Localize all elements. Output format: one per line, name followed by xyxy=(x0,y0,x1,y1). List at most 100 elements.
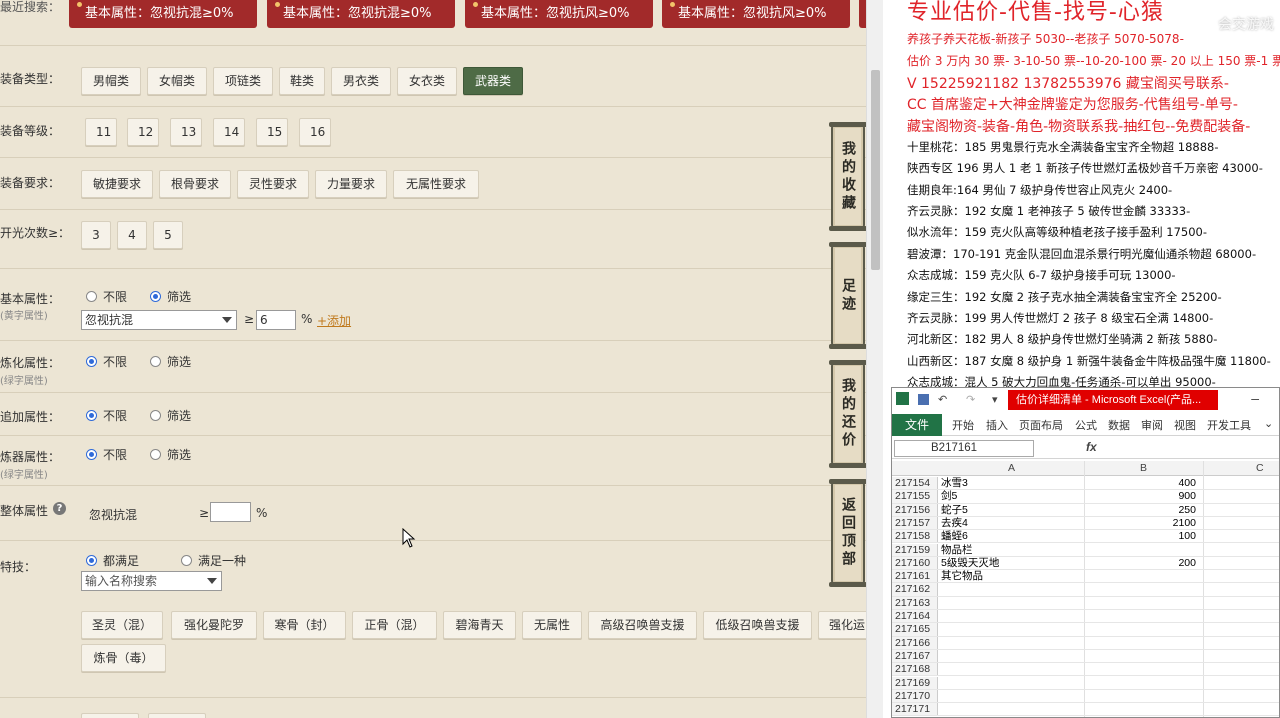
skill-option[interactable]: 圣灵（混） xyxy=(81,611,163,639)
row-number[interactable]: 217169 xyxy=(892,676,938,689)
cell-b[interactable]: 100 xyxy=(1178,530,1196,543)
bottom-button[interactable] xyxy=(148,713,206,718)
equip-level-option[interactable]: 13 xyxy=(170,118,202,146)
add-attr-link[interactable]: +添加 xyxy=(317,312,351,329)
undo-icon[interactable]: ↶ xyxy=(938,393,947,406)
history-tab[interactable]: 足迹 xyxy=(829,242,866,349)
equip-level-option[interactable]: 11 xyxy=(85,118,117,146)
cell-a[interactable]: 物品栏 xyxy=(941,544,973,557)
equip-req-option[interactable]: 敏捷要求 xyxy=(81,170,153,198)
table-row[interactable]: 217156 蛇子5 250 xyxy=(892,503,1279,517)
recent-search-tag[interactable]: 基本属性：忽视抗混≥0% xyxy=(267,0,455,28)
excel-tab-insert[interactable]: 插入 xyxy=(986,417,1008,433)
row-number[interactable]: 217160 xyxy=(892,556,938,570)
back-to-top-tab[interactable]: 返回顶部 xyxy=(829,479,866,587)
equip-type-option-selected[interactable]: 武器类 xyxy=(463,67,523,95)
cell-a[interactable]: 其它物品 xyxy=(941,570,983,583)
column-header[interactable]: A xyxy=(1008,462,1015,474)
page-scrollbar[interactable] xyxy=(866,0,883,718)
basic-attr-none-radio[interactable]: 不限 xyxy=(86,288,127,305)
table-row[interactable]: 217157 去疾4 2100 xyxy=(892,516,1279,531)
excel-tab-review[interactable]: 审阅 xyxy=(1141,417,1163,433)
chevron-down-icon[interactable]: ⌄ xyxy=(1264,417,1273,430)
table-row[interactable]: 217163 xyxy=(892,596,1279,610)
skill-option[interactable]: 强化运 xyxy=(818,611,866,639)
excel-tab-developer[interactable]: 开发工具 xyxy=(1207,417,1251,433)
skills-all-radio[interactable]: 都满足 xyxy=(86,552,139,569)
row-number[interactable]: 217166 xyxy=(892,636,938,649)
table-row[interactable]: 217165 xyxy=(892,623,1279,637)
cell-b[interactable]: 900 xyxy=(1178,490,1196,503)
row-number[interactable]: 217163 xyxy=(892,596,938,609)
excel-tab-formulas[interactable]: 公式 xyxy=(1075,417,1097,433)
cell-a[interactable]: 剑5 xyxy=(941,490,957,503)
cell-b[interactable]: 200 xyxy=(1178,557,1196,570)
recent-search-tag[interactable]: 基本属性：忽视抗风≥0% xyxy=(465,0,653,28)
row-number[interactable]: 217158 xyxy=(892,530,938,543)
table-row[interactable]: 217168 xyxy=(892,663,1279,677)
equip-req-option[interactable]: 根骨要求 xyxy=(159,170,231,198)
table-row[interactable]: 217166 xyxy=(892,636,1279,650)
equip-level-option[interactable]: 14 xyxy=(213,118,245,146)
row-number[interactable]: 217168 xyxy=(892,663,938,676)
open-count-option[interactable]: 3 xyxy=(81,221,111,249)
basic-attr-select[interactable]: 忽视抗混 xyxy=(81,310,237,330)
row-number[interactable]: 217157 xyxy=(892,516,938,530)
skill-option[interactable]: 高级召唤兽支援 xyxy=(588,611,697,639)
recent-search-tag[interactable]: 基本属性：忽视抗混≥0% xyxy=(69,0,257,28)
row-number[interactable]: 217165 xyxy=(892,623,938,636)
cell-b[interactable]: 400 xyxy=(1178,477,1196,490)
skill-option[interactable]: 碧海青天 xyxy=(443,611,516,639)
row-number[interactable]: 217170 xyxy=(892,689,938,703)
forge-attr-filter-radio[interactable]: 筛选 xyxy=(150,446,191,463)
equip-req-option[interactable]: 力量要求 xyxy=(315,170,387,198)
row-number[interactable]: 217162 xyxy=(892,583,938,596)
table-row[interactable]: 217170 xyxy=(892,689,1279,704)
skill-option[interactable]: 无属性 xyxy=(522,611,582,639)
cell-b[interactable]: 2100 xyxy=(1173,517,1196,530)
cell-a[interactable]: 冰雪3 xyxy=(941,477,968,490)
cell-a[interactable]: 蛇子5 xyxy=(941,504,968,517)
equip-type-option[interactable]: 男帽类 xyxy=(81,67,141,95)
table-row[interactable]: 217167 xyxy=(892,649,1279,664)
table-row[interactable]: 217160 5级毁天灭地 200 xyxy=(892,556,1279,571)
row-number[interactable]: 217171 xyxy=(892,703,938,716)
save-icon[interactable] xyxy=(918,394,929,405)
row-number[interactable]: 217154 xyxy=(892,477,938,490)
table-row[interactable]: 217159 物品栏 xyxy=(892,543,1279,557)
my-bargains-tab[interactable]: 我的还价 xyxy=(829,360,866,468)
open-count-option[interactable]: 4 xyxy=(117,221,147,249)
refine-attr-filter-radio[interactable]: 筛选 xyxy=(150,353,191,370)
equip-req-option[interactable]: 灵性要求 xyxy=(237,170,309,198)
redo-icon[interactable]: ↷ xyxy=(966,393,975,406)
recent-search-tag[interactable] xyxy=(859,0,866,28)
row-number[interactable]: 217161 xyxy=(892,570,938,583)
equip-level-option[interactable]: 12 xyxy=(127,118,159,146)
table-row[interactable]: 217155 剑5 900 xyxy=(892,490,1279,504)
skill-option[interactable]: 寒骨（封） xyxy=(263,611,346,639)
equip-type-option[interactable]: 项链类 xyxy=(213,67,273,95)
help-icon[interactable]: ? xyxy=(53,502,66,515)
table-row[interactable]: 217161 其它物品 xyxy=(892,570,1279,584)
excel-tab-view[interactable]: 视图 xyxy=(1174,417,1196,433)
row-number[interactable]: 217159 xyxy=(892,543,938,556)
excel-file-tab[interactable]: 文件 xyxy=(892,414,942,436)
excel-namebox[interactable]: B217161 xyxy=(894,440,1034,457)
excel-app-icon[interactable] xyxy=(896,392,909,405)
equip-req-option[interactable]: 无属性要求 xyxy=(393,170,479,198)
fx-icon[interactable]: fx xyxy=(1086,440,1097,454)
row-number[interactable]: 217155 xyxy=(892,490,938,503)
skills-search-select[interactable]: 输入名称搜索 xyxy=(81,571,222,591)
table-row[interactable]: 217164 xyxy=(892,610,1279,624)
basic-attr-value-input[interactable]: 6 xyxy=(256,310,296,330)
table-row[interactable]: 217162 xyxy=(892,583,1279,597)
skill-option[interactable]: 低级召唤兽支援 xyxy=(703,611,812,639)
equip-level-option[interactable]: 16 xyxy=(299,118,331,146)
skill-option[interactable]: 正骨（混） xyxy=(352,611,437,639)
minimize-icon[interactable]: – xyxy=(1251,390,1259,406)
cell-a[interactable]: 5级毁天灭地 xyxy=(941,557,999,570)
skill-option[interactable]: 炼骨（毒） xyxy=(81,644,166,672)
excel-tab-data[interactable]: 数据 xyxy=(1108,417,1130,433)
cell-b[interactable]: 250 xyxy=(1178,504,1196,517)
excel-tab-layout[interactable]: 页面布局 xyxy=(1019,417,1063,433)
